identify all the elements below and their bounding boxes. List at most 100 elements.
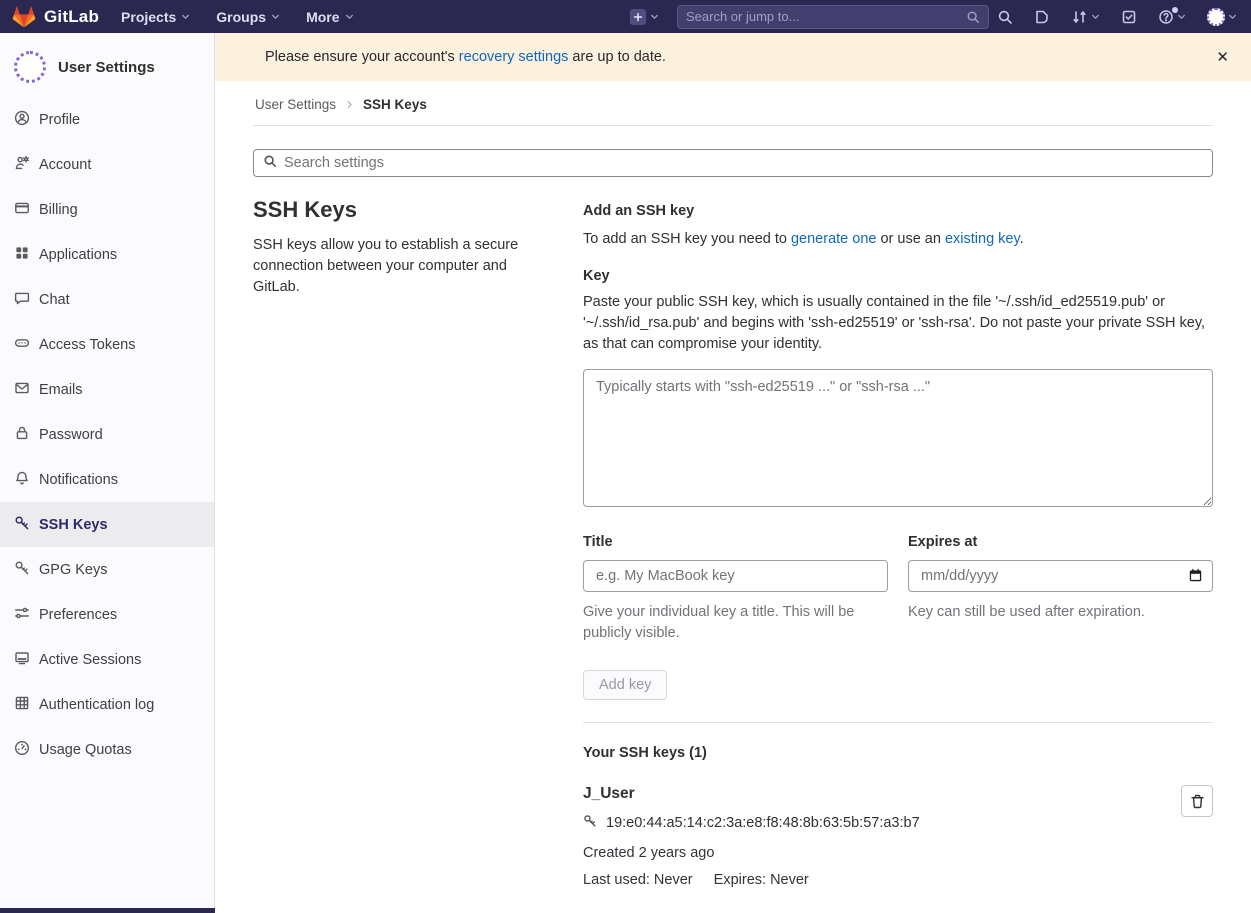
breadcrumb-user-settings[interactable]: User Settings — [255, 97, 336, 112]
key-fingerprint: 19:e0:44:a5:14:c2:3a:e8:f8:48:8b:63:5b:5… — [606, 815, 920, 831]
title-field-hint: Give your individual key a title. This w… — [583, 602, 888, 644]
chevron-down-icon — [181, 12, 190, 21]
expires-field-label: Expires at — [908, 534, 1213, 550]
chat-bubble-icon — [14, 290, 30, 310]
page-title: SSH Keys — [253, 197, 553, 223]
search-icon — [966, 10, 980, 24]
gitlab-logo[interactable]: GitLab — [12, 6, 99, 28]
sidebar-item-billing[interactable]: Billing — [0, 187, 214, 232]
lock-icon — [14, 425, 30, 445]
sidebar-item-active-sessions[interactable]: Active Sessions — [0, 637, 214, 682]
account-icon — [14, 155, 30, 175]
ssh-key-form: Add an SSH key To add an SSH key you nee… — [583, 203, 1213, 888]
sidebar-item-usage-quotas[interactable]: Usage Quotas — [0, 727, 214, 772]
primary-nav: Projects Groups More — [121, 9, 353, 25]
merge-requests-icon[interactable] — [1071, 9, 1100, 25]
sidebar-item-preferences[interactable]: Preferences — [0, 592, 214, 637]
sidebar-item-authentication-log[interactable]: Authentication log — [0, 682, 214, 727]
key-icon — [14, 515, 30, 535]
billing-card-icon — [14, 200, 30, 220]
sidebar-item-notifications[interactable]: Notifications — [0, 457, 214, 502]
sliders-icon — [14, 605, 30, 625]
recovery-settings-link[interactable]: recovery settings — [459, 49, 569, 65]
table-log-icon — [14, 695, 30, 715]
expires-date-input[interactable] — [908, 560, 1213, 592]
plus-icon — [630, 9, 646, 25]
breadcrumb-current: SSH Keys — [363, 97, 427, 112]
nav-groups[interactable]: Groups — [216, 9, 280, 25]
alert-close-button[interactable]: ✕ — [1210, 44, 1235, 70]
key-field-label: Key — [583, 268, 1213, 284]
chevron-down-icon — [1177, 12, 1186, 21]
user-menu[interactable] — [1207, 8, 1237, 26]
search-shortcut-icon[interactable] — [997, 9, 1013, 25]
envelope-icon — [14, 380, 30, 400]
sidebar-item-applications[interactable]: Applications — [0, 232, 214, 277]
recovery-alert-banner: Please ensure your account's recovery se… — [215, 33, 1251, 81]
ssh-key-list-item: J_User 19:e0:44:a5:14:c2:3a:e8:f8:48:8b:… — [583, 785, 1213, 888]
applications-grid-icon — [14, 245, 30, 265]
key-meta: Last used: Never Expires: Never — [583, 872, 1181, 888]
key-created: Created 2 years ago — [583, 845, 1181, 861]
search-icon — [263, 154, 277, 173]
sidebar-item-profile[interactable]: Profile — [0, 97, 214, 142]
existing-key-link[interactable]: existing key — [945, 231, 1020, 247]
help-menu[interactable] — [1158, 9, 1186, 25]
gitlab-wordmark: GitLab — [44, 7, 99, 27]
form-divider — [583, 722, 1213, 723]
tanuki-icon — [12, 6, 36, 28]
chevron-down-icon — [650, 12, 659, 21]
sidebar-item-emails[interactable]: Emails — [0, 367, 214, 412]
chevron-down-icon — [1091, 12, 1100, 21]
settings-search-box[interactable] — [253, 149, 1213, 177]
trash-icon — [1190, 794, 1205, 809]
generate-one-link[interactable]: generate one — [791, 231, 876, 247]
nav-more[interactable]: More — [306, 9, 353, 25]
issues-icon[interactable] — [1034, 9, 1050, 25]
key-field-help: Paste your public SSH key, which is usua… — [583, 292, 1213, 355]
title-field: Title Give your individual key a title. … — [583, 534, 888, 644]
bell-icon — [14, 470, 30, 490]
calendar-icon[interactable] — [1188, 568, 1203, 588]
chevron-right-icon — [345, 100, 354, 109]
chevron-down-icon — [1228, 12, 1237, 21]
profile-icon — [14, 110, 30, 130]
main-content: Please ensure your account's recovery se… — [215, 33, 1251, 913]
global-search-input[interactable] — [686, 9, 966, 24]
sidebar-title: User Settings — [58, 59, 155, 76]
sidebar-item-access-tokens[interactable]: Access Tokens — [0, 322, 214, 367]
sidebar-item-chat[interactable]: Chat — [0, 277, 214, 322]
todos-icon[interactable] — [1121, 9, 1137, 25]
monitor-icon — [14, 650, 30, 670]
section-description: SSH Keys SSH keys allow you to establish… — [253, 203, 553, 888]
add-ssh-key-heading: Add an SSH key — [583, 203, 1213, 219]
chevron-down-icon — [345, 12, 354, 21]
global-search-box[interactable] — [677, 5, 989, 29]
settings-sidebar: User Settings Profile Account Billing Ap… — [0, 33, 215, 913]
notification-dot — [1172, 7, 1178, 13]
key-title: J_User — [583, 785, 1181, 803]
user-avatar — [1207, 8, 1225, 26]
chevron-down-icon — [271, 12, 280, 21]
sidebar-item-account[interactable]: Account — [0, 142, 214, 187]
key-icon — [583, 814, 597, 832]
title-input[interactable] — [583, 560, 888, 592]
page-description: SSH keys allow you to establish a secure… — [253, 235, 553, 298]
add-key-button[interactable]: Add key — [583, 670, 667, 700]
sidebar-bottom-strip — [0, 908, 215, 913]
your-ssh-keys-heading: Your SSH keys (1) — [583, 745, 1213, 761]
new-menu-button[interactable] — [630, 9, 659, 25]
delete-key-button[interactable] — [1181, 785, 1213, 817]
alert-text: Please ensure your account's recovery se… — [265, 49, 666, 65]
key-expires: Expires: Never — [714, 872, 809, 888]
sidebar-item-gpg-keys[interactable]: GPG Keys — [0, 547, 214, 592]
gauge-icon — [14, 740, 30, 760]
sidebar-item-ssh-keys[interactable]: SSH Keys — [0, 502, 214, 547]
ssh-key-textarea[interactable] — [583, 369, 1213, 507]
breadcrumb: User Settings SSH Keys — [253, 81, 1213, 126]
settings-search-input[interactable] — [284, 155, 1203, 171]
sidebar-item-password[interactable]: Password — [0, 412, 214, 457]
nav-projects[interactable]: Projects — [121, 9, 190, 25]
expires-field: Expires at Key can still be used after e… — [908, 534, 1213, 644]
token-pill-icon — [14, 335, 30, 355]
